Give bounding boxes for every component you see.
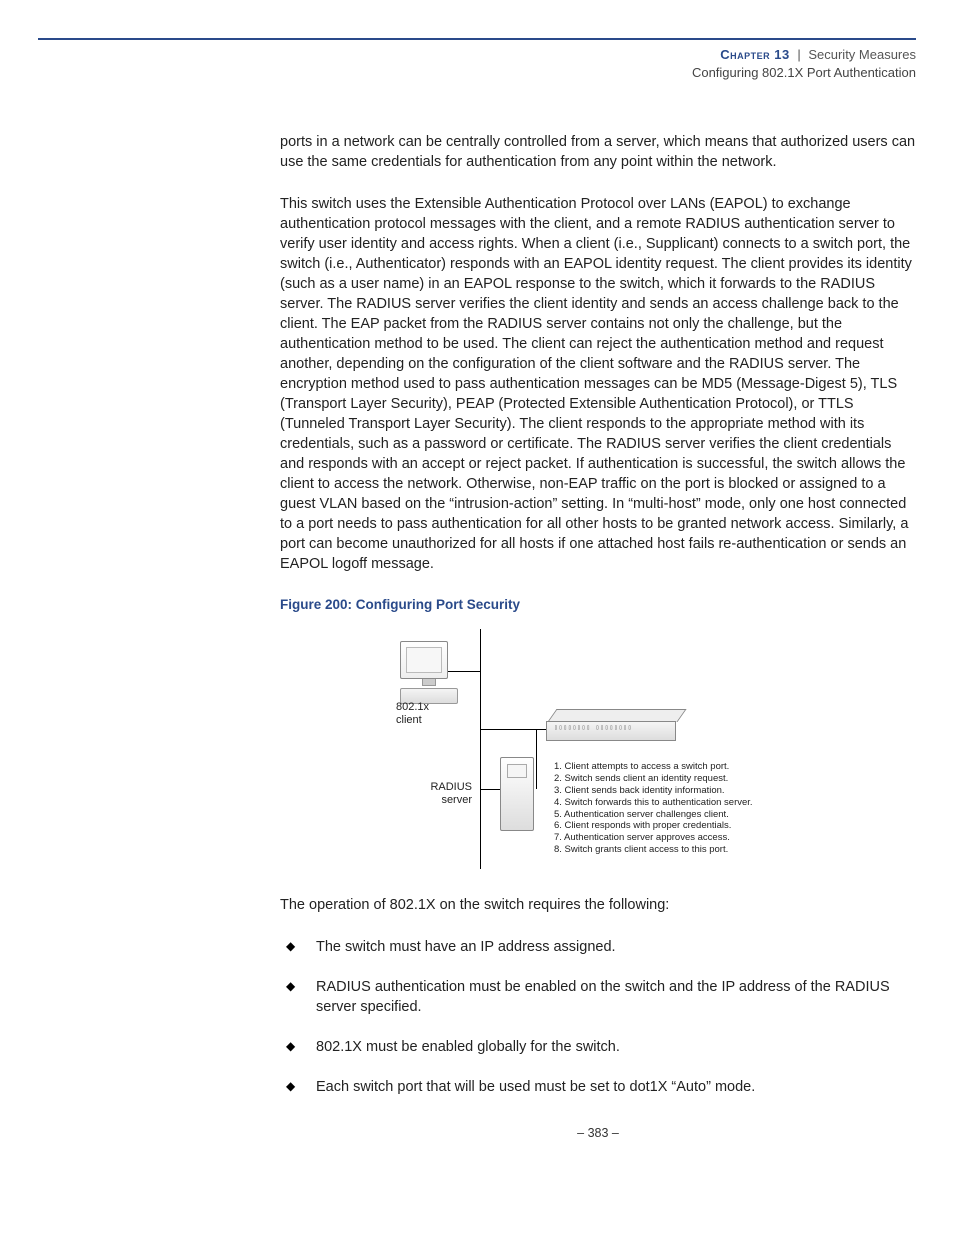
client-wire xyxy=(448,671,480,672)
figure-step: 4. Switch forwards this to authenticatio… xyxy=(554,797,753,809)
list-item: 802.1X must be enabled globally for the … xyxy=(280,1037,916,1057)
client-label: 802.1x client xyxy=(396,701,429,727)
page-number: – 383 – xyxy=(280,1125,916,1142)
figure-step: 7. Authentication server approves access… xyxy=(554,832,753,844)
list-item: RADIUS authentication must be enabled on… xyxy=(280,977,916,1017)
figure-step: 2. Switch sends client an identity reque… xyxy=(554,773,753,785)
header-separator: | xyxy=(797,47,800,62)
radius-server-icon xyxy=(500,757,534,831)
requirements-list: The switch must have an IP address assig… xyxy=(280,937,916,1097)
chapter-label: Chapter 13 xyxy=(720,47,789,62)
switch-ports-icon: ▯▯▯▯▯▯▯▯ ▯▯▯▯▯▯▯▯ xyxy=(554,724,632,732)
page-header: Chapter 13 | Security Measures Configuri… xyxy=(0,40,954,82)
header-section: Security Measures xyxy=(808,47,916,62)
figure-caption: Figure 200: Configuring Port Security xyxy=(280,596,916,615)
server-label: RADIUS server xyxy=(398,781,472,807)
figure-step: 5. Authentication server challenges clie… xyxy=(554,809,753,821)
figure-port-security: 802.1x client ▯▯▯▯▯▯▯▯ ▯▯▯▯▯▯▯▯ RADIUS s… xyxy=(396,629,916,869)
page-content: ports in a network can be centrally cont… xyxy=(280,132,916,1142)
list-item: Each switch port that will be used must … xyxy=(280,1077,916,1097)
figure-divider xyxy=(480,629,481,869)
paragraph-intro: ports in a network can be centrally cont… xyxy=(280,132,916,172)
client-pc-icon xyxy=(400,641,458,704)
server-wire xyxy=(480,789,500,790)
figure-steps-list: 1. Client attempts to access a switch po… xyxy=(554,761,753,856)
header-subsection: Configuring 802.1X Port Authentication xyxy=(38,64,916,82)
figure-step: 8. Switch grants client access to this p… xyxy=(554,844,753,856)
figure-step: 6. Client responds with proper credentia… xyxy=(554,820,753,832)
figure-step: 1. Client attempts to access a switch po… xyxy=(554,761,753,773)
figure-step: 3. Client sends back identity informatio… xyxy=(554,785,753,797)
paragraph-main: This switch uses the Extensible Authenti… xyxy=(280,194,916,574)
list-item: The switch must have an IP address assig… xyxy=(280,937,916,957)
paragraph-requirements-intro: The operation of 802.1X on the switch re… xyxy=(280,895,916,915)
switch-wire-v xyxy=(536,729,537,789)
